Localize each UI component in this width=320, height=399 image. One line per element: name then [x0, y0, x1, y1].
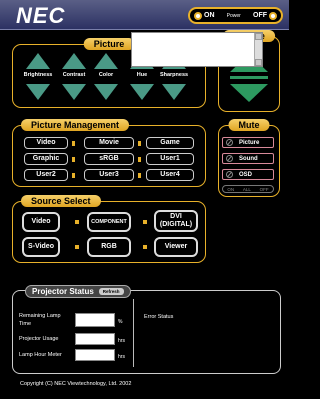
brightness-label: Brightness	[23, 72, 53, 78]
projector-usage-label: Projector Usage	[19, 336, 59, 342]
pm-user2-button[interactable]: User2	[24, 169, 68, 181]
color-up-button[interactable]	[94, 53, 118, 69]
mute-picture-label: Picture	[239, 139, 260, 146]
source-rgb-button[interactable]: RGB	[87, 237, 131, 257]
remaining-lamp-unit: %	[118, 319, 123, 325]
indicator	[143, 245, 147, 249]
lamp-hour-field	[75, 349, 115, 361]
brightness-down-button[interactable]	[26, 84, 50, 100]
remaining-lamp-field	[75, 313, 115, 327]
volume-divider	[230, 76, 268, 79]
picture-title: Picture	[83, 38, 135, 50]
remaining-lamp-label: Remaining Lamp Time	[19, 313, 61, 327]
power-off-radio[interactable]: OFF	[253, 11, 277, 20]
sharpness-label: Sharpness	[159, 72, 189, 78]
volume-down-button[interactable]	[230, 84, 268, 102]
radio-icon	[269, 11, 277, 20]
hue-down-button[interactable]	[130, 84, 154, 100]
refresh-button[interactable]: Refresh	[98, 288, 124, 295]
source-component-button[interactable]: COMPONENT	[87, 212, 131, 232]
power-on-radio[interactable]: ON	[194, 11, 215, 20]
projector-status-label: Projector Status	[32, 287, 94, 296]
mute-picture-button[interactable]: Picture	[222, 137, 274, 148]
indicator	[138, 157, 141, 162]
mute-osd-button[interactable]: OSD	[222, 169, 274, 180]
indicator	[75, 220, 79, 224]
projector-usage-field	[75, 333, 115, 345]
pm-game-button[interactable]: Game	[146, 137, 194, 149]
error-status-textarea[interactable]	[131, 32, 263, 67]
power-off-label: OFF	[253, 12, 267, 19]
error-status-label: Error Status	[144, 314, 174, 320]
projector-status-title: Projector Status Refresh	[25, 285, 131, 298]
brightness-up-button[interactable]	[26, 53, 50, 69]
indicator	[143, 220, 147, 224]
mute-all-on: ON	[227, 186, 235, 192]
source-video-button[interactable]: Video	[22, 212, 60, 232]
pm-user3-button[interactable]: User3	[84, 169, 134, 181]
source-viewer-button[interactable]: Viewer	[154, 237, 198, 257]
color-down-button[interactable]	[94, 84, 118, 100]
indicator	[75, 245, 79, 249]
power-on-label: ON	[204, 12, 215, 19]
source-dvi-button[interactable]: DVI (DIGITAL)	[154, 210, 198, 232]
indicator	[72, 141, 75, 146]
projector-usage-unit: hrs	[118, 338, 125, 344]
pm-movie-button[interactable]: Movie	[84, 137, 134, 149]
mute-title: Mute	[228, 119, 270, 131]
status-divider	[133, 299, 134, 367]
radio-icon	[194, 11, 202, 20]
pm-user4-button[interactable]: User4	[146, 169, 194, 181]
picture-management-title: Picture Management	[21, 119, 130, 131]
pm-srgb-button[interactable]: sRGB	[84, 153, 134, 165]
lamp-hour-label: Lamp Hour Meter	[19, 352, 62, 358]
color-label: Color	[98, 72, 114, 78]
source-select-title: Source Select	[21, 195, 101, 207]
mute-all-label: ALL	[242, 186, 251, 192]
indicator	[72, 157, 75, 162]
copyright-text: Copyright (C) NEC Viewtechnology, Ltd. 2…	[20, 381, 132, 387]
mute-icon	[226, 139, 233, 146]
lamp-hour-unit: hrs	[118, 354, 125, 360]
sharpness-down-button[interactable]	[162, 84, 186, 100]
power-switch: ON Power OFF	[188, 7, 283, 24]
header: NEC ON Power OFF	[0, 0, 289, 30]
contrast-down-button[interactable]	[62, 84, 86, 100]
scroll-up-arrow-icon[interactable]	[255, 33, 262, 40]
source-svideo-button[interactable]: S-Video	[22, 237, 60, 257]
indicator	[138, 173, 141, 178]
mute-all-off: OFF	[259, 186, 269, 192]
nec-logo: NEC	[16, 3, 66, 28]
power-label: Power	[226, 12, 241, 19]
indicator	[72, 173, 75, 178]
pm-video-button[interactable]: Video	[24, 137, 68, 149]
mute-icon	[226, 155, 233, 162]
mute-sound-label: Sound	[239, 155, 258, 162]
contrast-up-button[interactable]	[62, 53, 86, 69]
mute-osd-label: OSD	[239, 171, 253, 178]
indicator	[138, 141, 141, 146]
mute-sound-button[interactable]: Sound	[222, 153, 274, 164]
mute-all-switch[interactable]: ON ALL OFF	[222, 185, 274, 193]
pm-graphic-button[interactable]: Graphic	[24, 153, 68, 165]
mute-icon	[226, 171, 233, 178]
scroll-down-arrow-icon[interactable]	[255, 59, 262, 66]
projector-status-panel: Projector Status Refresh Remaining Lamp …	[12, 285, 281, 374]
pm-user1-button[interactable]: User1	[146, 153, 194, 165]
scrollbar[interactable]	[254, 33, 262, 66]
